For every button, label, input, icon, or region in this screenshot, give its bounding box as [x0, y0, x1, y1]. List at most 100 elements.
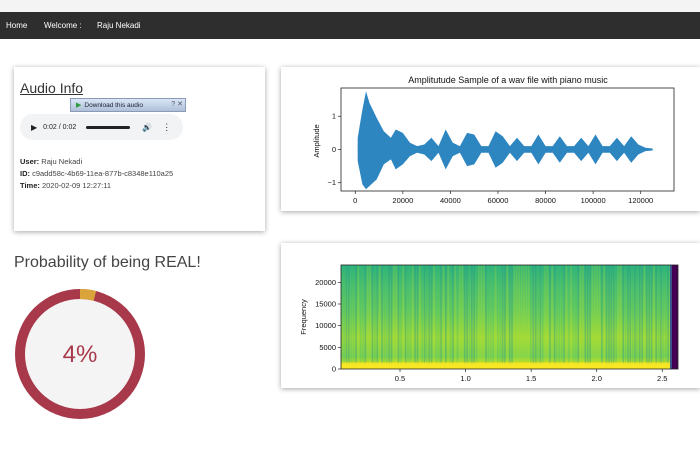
spectrogram-stripe — [393, 265, 395, 365]
spectrogram-stripe — [527, 265, 530, 365]
spectrogram-stripe — [440, 265, 442, 365]
spectrogram-stripe — [362, 265, 364, 365]
spectrogram-stripe — [511, 265, 513, 365]
spectrogram-stripe — [367, 265, 369, 365]
spectrogram-stripe — [501, 265, 504, 365]
spectrogram-stripe — [385, 265, 388, 365]
spectrogram-stripe — [506, 265, 509, 365]
spectrogram-stripe — [646, 265, 648, 365]
spectrogram-stripe — [520, 265, 523, 365]
spectrogram-stripe — [516, 265, 518, 365]
spectrogram-stripe — [572, 265, 575, 365]
spectrogram-stripe — [357, 265, 360, 365]
spectrogram-stripe — [634, 265, 636, 365]
id-label: ID: — [20, 169, 30, 178]
spectrogram-stripe — [435, 265, 438, 365]
spectrogram-stripe — [551, 265, 553, 365]
spectrogram-stripe — [629, 265, 631, 365]
spectrogram-stripe — [549, 265, 551, 365]
spectrogram-stripe — [383, 265, 386, 365]
download-options-icon[interactable]: ? ✕ — [171, 100, 183, 108]
spectrogram-stripe — [605, 265, 608, 365]
spectrogram-stripe — [570, 265, 572, 365]
spectrogram-stripe — [390, 265, 393, 365]
spectrogram-stripe — [345, 265, 348, 365]
spectrogram-stripe — [537, 265, 539, 365]
nav-home-link[interactable]: Home — [6, 21, 27, 30]
spectrogram-stripe — [459, 265, 461, 365]
waveform-xtick-label: 100000 — [581, 196, 606, 205]
spectrogram-stripe — [352, 265, 355, 365]
spectrogram-stripe — [471, 265, 473, 365]
spectrogram-stripe — [638, 265, 641, 365]
spectrogram-ytick-label: 20000 — [315, 278, 336, 287]
spectrogram-stripe — [452, 265, 454, 365]
spectrogram-stripe — [525, 265, 527, 365]
spectrogram-stripe — [371, 265, 374, 365]
spectrogram-stripe — [568, 265, 570, 365]
spectrogram-stripe — [461, 265, 464, 365]
spectrogram-stripe — [348, 265, 350, 365]
time-line: Time: 2020-02-09 12:27:11 — [20, 181, 111, 190]
spectrogram-stripe — [397, 265, 400, 365]
spectrogram-stripe — [447, 265, 449, 365]
waveform-xtick-label: 60000 — [488, 196, 509, 205]
spectrogram-stripe — [409, 265, 412, 365]
spectrogram-stripe — [622, 265, 624, 365]
probability-value: 4% — [63, 341, 98, 368]
spectrogram-stripe — [563, 265, 565, 365]
spectrogram-stripe — [530, 265, 532, 365]
spectrogram-xtick-label: 1.0 — [460, 374, 470, 383]
player-progress-bar[interactable] — [86, 125, 131, 129]
volume-icon[interactable]: 🔊 — [142, 123, 152, 132]
spectrogram-stripe — [504, 265, 506, 365]
spectrogram-stripe — [350, 265, 353, 365]
spectrogram-xtick-label: 2.5 — [657, 374, 667, 383]
spectrogram-stripe — [433, 265, 435, 365]
audio-player[interactable]: ▶ 0:02 / 0:02 🔊 ⋮ — [20, 114, 183, 140]
audio-info-title[interactable]: Audio Info — [20, 80, 83, 96]
spectrogram-stripe — [404, 265, 407, 365]
spectrogram-stripe — [560, 265, 563, 365]
spectrogram-stripe — [615, 265, 617, 365]
spectrogram-stripe — [355, 265, 357, 365]
spectrogram-stripe — [532, 265, 535, 365]
navbar: Home Welcome : Raju Nekadi — [0, 12, 700, 39]
download-audio-button[interactable]: ▶ Download this audio ? ✕ — [70, 98, 186, 112]
waveform-chart: Amplitutude Sample of a wav file with pi… — [312, 75, 675, 205]
spectrogram-stripe — [589, 265, 591, 365]
id-value: c9add58c-4b69-11ea-877b-c8348e110a25 — [32, 169, 174, 178]
spectrogram-stripe — [400, 265, 402, 365]
spectrogram-stripe — [513, 265, 516, 365]
spectrogram-stripe — [463, 265, 466, 365]
play-icon[interactable]: ▶ — [31, 123, 37, 132]
spectrogram-stripe — [411, 265, 414, 365]
waveform-ytick-label: −1 — [327, 178, 336, 187]
spectrogram-stripe — [376, 265, 379, 365]
spectrogram-stripe — [508, 265, 511, 365]
download-audio-label: Download this audio — [84, 101, 143, 109]
spectrogram-stripe — [489, 265, 492, 365]
spectrogram-stripe — [667, 265, 669, 365]
spectrogram-xtick-label: 0.5 — [395, 374, 405, 383]
spectrogram-stripe — [381, 265, 383, 365]
waveform-xtick-label: 20000 — [392, 196, 413, 205]
id-line: ID: c9add58c-4b69-11ea-877b-c8348e110a25 — [20, 169, 173, 178]
spectrogram-stripe — [636, 265, 639, 365]
spectrogram-stripe — [416, 265, 419, 365]
spectrogram-stripe — [426, 265, 428, 365]
spectrogram-end-edge — [670, 265, 672, 369]
spectrogram-stripe — [643, 265, 646, 365]
spectrogram-stripe — [662, 265, 665, 365]
spectrogram-stripe — [591, 265, 594, 365]
spectrogram-stripe — [430, 265, 433, 365]
spectrogram-stripe — [586, 265, 589, 365]
spectrogram-stripe — [660, 265, 662, 365]
nav-user-name[interactable]: Raju Nekadi — [97, 21, 141, 30]
spectrogram-stripe — [497, 265, 499, 365]
spectrogram-stripe — [648, 265, 650, 365]
more-options-icon[interactable]: ⋮ — [162, 122, 171, 133]
spectrogram-stripe — [655, 265, 657, 365]
spectrogram-stripe — [596, 265, 598, 365]
spectrogram-stripe — [487, 265, 490, 365]
